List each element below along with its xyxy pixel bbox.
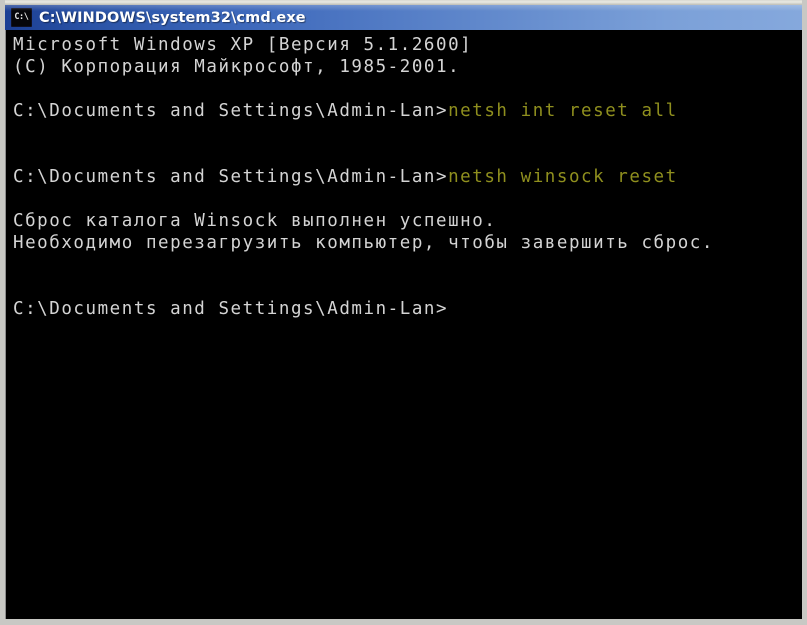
console-blank-line — [13, 276, 802, 298]
console-blank-line — [13, 188, 802, 210]
title-bar[interactable]: C:\ C:\WINDOWS\system32\cmd.exe — [5, 0, 802, 30]
cmd-console-icon[interactable]: C:\ — [11, 8, 32, 27]
console-line: (C) Корпорация Майкрософт, 1985-2001. — [13, 56, 802, 78]
window-title: C:\WINDOWS\system32\cmd.exe — [39, 9, 306, 26]
console-output-text: C:\Documents and Settings\Admin-Lan> — [13, 101, 449, 121]
console-line: C:\Documents and Settings\Admin-Lan>nets… — [13, 166, 802, 188]
title-bar-gradient[interactable]: C:\ C:\WINDOWS\system32\cmd.exe — [5, 5, 802, 30]
console-output-text: C:\Documents and Settings\Admin-Lan> — [13, 167, 449, 187]
console-blank-line — [13, 254, 802, 276]
console-text-buffer: Microsoft Windows XP [Версия 5.1.2600] (C… — [10, 34, 802, 320]
console-output-text — [13, 189, 25, 209]
console-output-text — [13, 145, 25, 165]
console-line: Microsoft Windows XP [Версия 5.1.2600] — [13, 34, 802, 56]
console-blank-line — [13, 78, 802, 100]
console-blank-line — [13, 122, 802, 144]
cmd-console-icon-glyph: C:\ — [14, 12, 29, 22]
console-output-text: (C) Корпорация Майкрософт, 1985-2001. — [13, 57, 461, 77]
console-output-text — [13, 255, 25, 275]
console-client-area[interactable]: Microsoft Windows XP [Версия 5.1.2600] (C… — [10, 30, 802, 619]
console-command-text: netsh winsock reset — [448, 167, 678, 187]
console-line: C:\Documents and Settings\Admin-Lan> — [13, 298, 802, 320]
console-output-text — [13, 123, 25, 143]
cmd-window: C:\ C:\WINDOWS\system32\cmd.exe Microsof… — [0, 0, 807, 625]
console-output-text — [13, 79, 25, 99]
console-output-text: Microsoft Windows XP [Версия 5.1.2600] — [13, 35, 473, 55]
console-output-text: Необходимо перезагрузить компьютер, чтоб… — [13, 233, 714, 253]
console-blank-line — [13, 144, 802, 166]
console-command-text: netsh int reset all — [448, 101, 678, 121]
console-output-text: C:\Documents and Settings\Admin-Lan> — [13, 299, 449, 319]
console-line: C:\Documents and Settings\Admin-Lan>nets… — [13, 100, 802, 122]
console-line: Сброс каталога Winsock выполнен успешно. — [13, 210, 802, 232]
console-line: Необходимо перезагрузить компьютер, чтоб… — [13, 232, 802, 254]
console-output-text — [13, 277, 25, 297]
console-output-text: Сброс каталога Winsock выполнен успешно. — [13, 211, 497, 231]
